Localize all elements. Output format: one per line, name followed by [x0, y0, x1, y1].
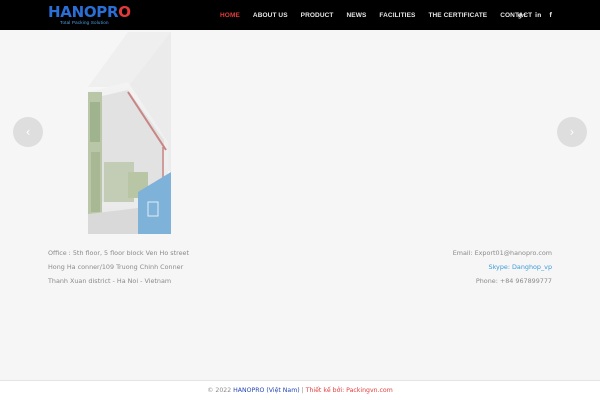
contact-email[interactable]: Email: Export01@hanopro.com: [453, 249, 552, 263]
chevron-right-icon: ›: [569, 125, 575, 139]
chevron-left-icon: ‹: [25, 125, 31, 139]
designer-credit-link[interactable]: Thiết kế bởi: Packingvn.com: [306, 387, 393, 394]
contact-phone: Phone: +84 967899777: [475, 277, 552, 285]
nav-about-us[interactable]: ABOUT US: [253, 12, 288, 19]
footer-separator: |: [301, 387, 304, 394]
linkedin-icon[interactable]: in: [535, 12, 541, 19]
address-line: Office : 5th floor, 5 floor block Ven Ho…: [48, 249, 189, 257]
contact-details: Email: Export01@hanopro.com Skype: Dangh…: [453, 249, 552, 291]
footer-brand-link[interactable]: HANOPRO (Việt Nam): [233, 387, 300, 394]
contact-skype-link[interactable]: Skype: Danghop_vp: [453, 263, 552, 277]
nav-facilities[interactable]: FACILITIES: [379, 12, 415, 19]
slider-prev-button[interactable]: ‹: [13, 117, 43, 147]
nav-product[interactable]: PRODUCT: [301, 12, 334, 19]
site-footer: © 2022 HANOPRO (Việt Nam) | Thiết kế bởi…: [0, 380, 600, 400]
copyright-text: © 2022: [207, 387, 232, 394]
site-logo[interactable]: HANOPRO Total Packing Solution: [48, 5, 138, 27]
slider-next-button[interactable]: ›: [557, 117, 587, 147]
contact-address: Office : 5th floor, 5 floor block Ven Ho…: [48, 249, 189, 291]
facebook-icon[interactable]: f: [549, 12, 552, 19]
hero-slide-image: [88, 32, 171, 234]
logo-wordmark: HANOPRO: [48, 3, 131, 21]
nav-home[interactable]: HOME: [220, 12, 240, 19]
nav-the-certificate[interactable]: THE CERTIFICATE: [428, 12, 487, 19]
google-plus-icon[interactable]: g+: [518, 12, 527, 19]
nav-news[interactable]: NEWS: [347, 12, 367, 19]
main-nav: HOME ABOUT US PRODUCT NEWS FACILITIES TH…: [220, 0, 545, 30]
address-line: Hong Ha conner/109 Truong Chinh Conner: [48, 263, 184, 271]
address-line: Thanh Xuan district - Ha Noi - Vietnam: [48, 277, 172, 285]
social-links: g+ in f: [518, 0, 552, 30]
site-header: HANOPRO Total Packing Solution HOME ABOU…: [0, 0, 600, 30]
